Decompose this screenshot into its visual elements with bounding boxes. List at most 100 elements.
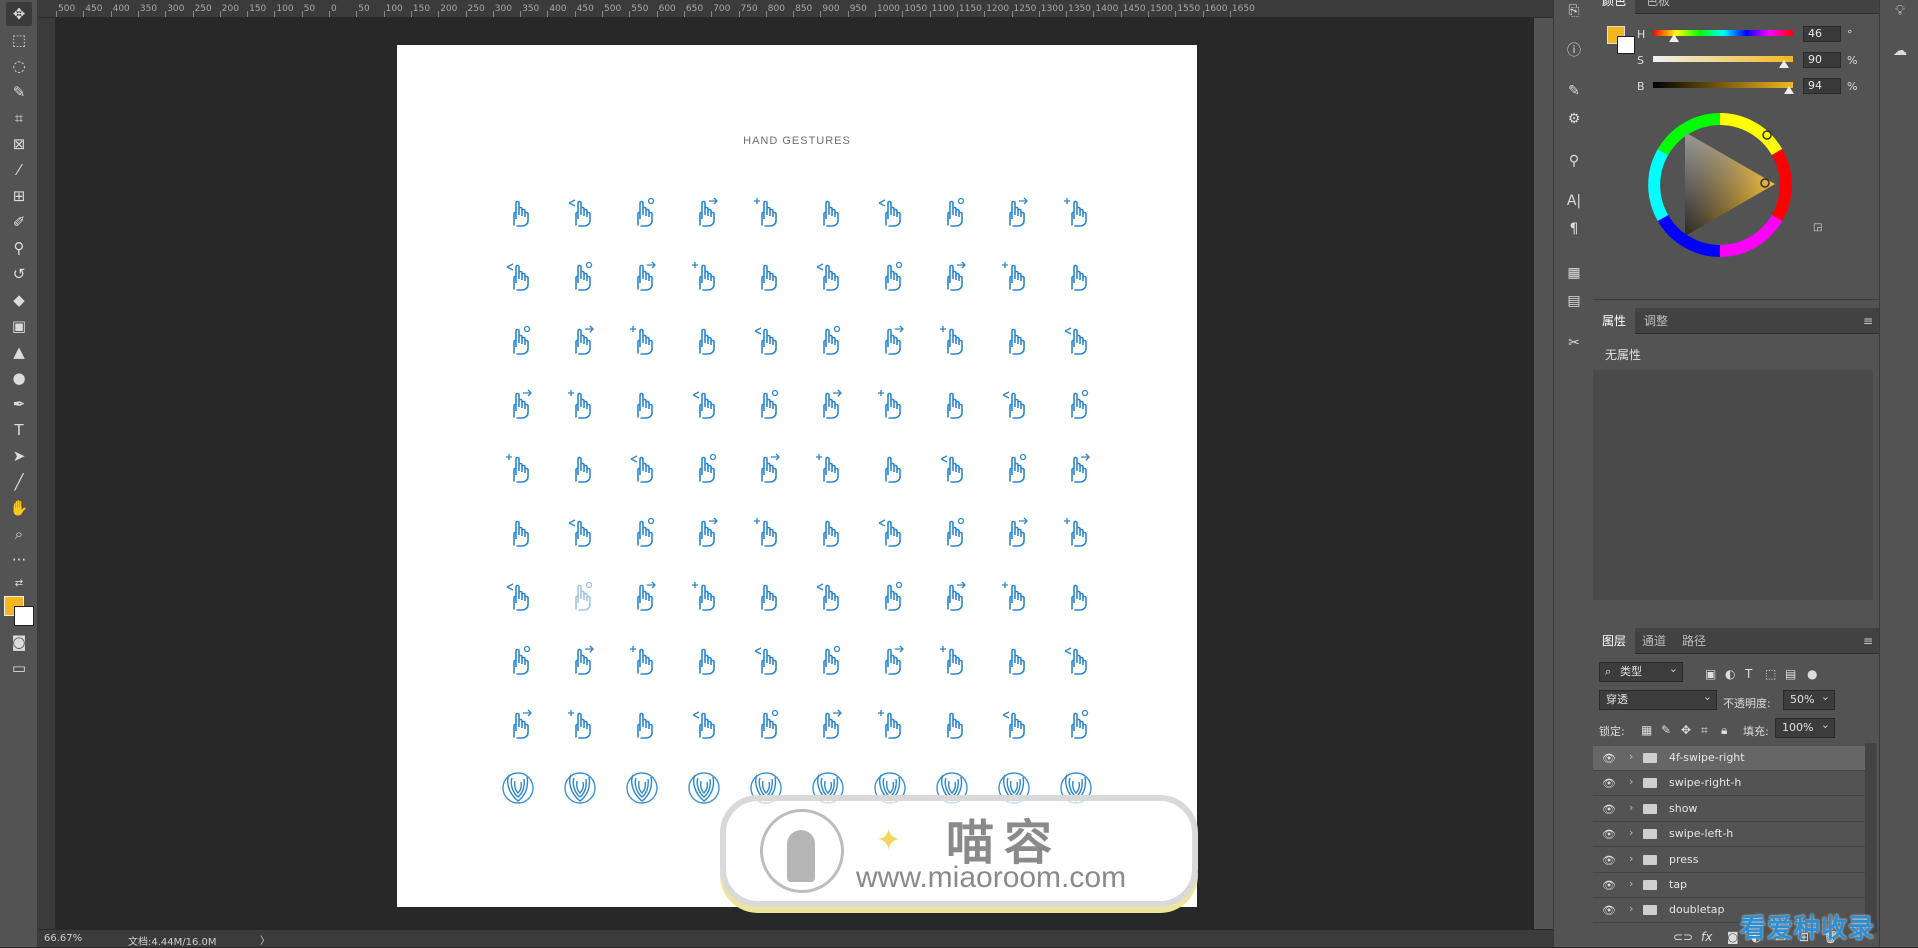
document-canvas[interactable]: HAND GESTURES xyxy=(397,45,1197,907)
link-icon[interactable]: ⊂⊃ xyxy=(1673,930,1693,944)
stamp-icon[interactable]: ⚲ xyxy=(6,236,32,260)
adjust-brush-icon[interactable]: ⚙ xyxy=(1562,108,1586,130)
move-icon[interactable]: ✥ xyxy=(6,2,32,26)
hue-slider-knob[interactable] xyxy=(1669,34,1679,42)
lock-position-icon[interactable]: ✥ xyxy=(1681,723,1691,737)
status-menu-arrow[interactable]: 〉 xyxy=(260,932,270,947)
opacity-input[interactable]: 50% xyxy=(1783,688,1835,710)
quick-select-icon[interactable]: ✎ xyxy=(6,80,32,104)
eyedropper-icon[interactable]: ⁄ xyxy=(6,158,32,182)
marquee-icon[interactable]: ⬚ xyxy=(6,28,32,52)
gradient-icon[interactable]: ▣ xyxy=(6,314,32,338)
lock-transparent-icon[interactable]: ▦ xyxy=(1641,723,1652,737)
path-select-icon[interactable]: ➤ xyxy=(6,444,32,468)
brush-icon[interactable]: ✐ xyxy=(6,210,32,234)
layers-scrollbar[interactable] xyxy=(1865,743,1877,933)
layer-row[interactable]: 👁︎ › press xyxy=(1593,848,1865,873)
lasso-icon[interactable]: ◌ xyxy=(6,54,32,78)
filter-adjustment-icon[interactable]: ◐ xyxy=(1725,667,1735,681)
tab-channels[interactable]: 通道 xyxy=(1633,628,1675,654)
layer-row[interactable]: 👁︎ › swipe-left-h xyxy=(1593,822,1865,848)
tab-layers[interactable]: 图层 xyxy=(1593,628,1636,654)
clone-source-icon[interactable]: ⚲ xyxy=(1562,150,1586,172)
fill-input[interactable]: 100% xyxy=(1775,716,1835,738)
tab-properties[interactable]: 属性 xyxy=(1593,308,1636,334)
type-icon[interactable]: T xyxy=(6,418,32,442)
notes-icon[interactable]: ▤ xyxy=(1562,290,1586,312)
history-icon[interactable]: ⎘ xyxy=(1562,0,1586,22)
layer-filter-dropdown[interactable]: ⌕ 类型 xyxy=(1599,660,1683,682)
zoom-level[interactable]: 66.67% xyxy=(44,933,82,944)
tab-paths[interactable]: 路径 xyxy=(1673,628,1715,654)
filter-pixel-icon[interactable]: ▣ xyxy=(1705,667,1716,681)
eye-icon[interactable]: 👁︎ xyxy=(1602,854,1616,867)
eye-icon[interactable]: 👁︎ xyxy=(1602,752,1616,765)
layer-row[interactable]: 👁︎ › tap xyxy=(1593,873,1865,898)
layer-row[interactable]: 👁︎ › 4f-swipe-right xyxy=(1593,746,1865,771)
fx-icon[interactable]: fx xyxy=(1701,930,1712,944)
saturation-slider-knob[interactable] xyxy=(1779,60,1789,68)
chevron-right-icon[interactable]: › xyxy=(1629,902,1633,915)
layer-name[interactable]: swipe-left-h xyxy=(1669,827,1733,840)
layer-name[interactable]: 4f-swipe-right xyxy=(1669,751,1745,764)
layers-menu-icon[interactable]: ≡ xyxy=(1863,634,1873,648)
filter-smart-icon[interactable]: ▤ xyxy=(1785,667,1796,681)
blend-mode-dropdown[interactable]: 穿透 xyxy=(1599,688,1717,710)
paragraph-icon[interactable]: ¶ xyxy=(1562,218,1586,240)
line-icon[interactable]: ╱ xyxy=(6,470,32,494)
blur-icon[interactable]: ▲ xyxy=(6,340,32,364)
color-wheel[interactable] xyxy=(1645,110,1795,260)
brush-settings-icon[interactable]: ✎ xyxy=(1562,80,1586,102)
creative-cloud-icon[interactable]: ☁ xyxy=(1888,40,1912,62)
eye-icon[interactable]: 👁︎ xyxy=(1602,879,1616,892)
crop-icon[interactable]: ⌗ xyxy=(6,106,32,130)
color-panel-corner-icon[interactable]: ◲ xyxy=(1813,222,1822,233)
character-icon[interactable]: A| xyxy=(1562,190,1586,212)
eraser-icon[interactable]: ◆ xyxy=(6,288,32,312)
eye-icon[interactable]: 👁︎ xyxy=(1602,803,1616,816)
zoom-icon[interactable]: ⌕ xyxy=(6,522,32,546)
hue-input[interactable]: 46 xyxy=(1803,26,1841,42)
eye-icon[interactable]: 👁︎ xyxy=(1602,904,1616,917)
pen-icon[interactable]: ✒ xyxy=(6,392,32,416)
quick-mask-icon[interactable]: ◙ xyxy=(6,630,32,654)
layer-name[interactable]: show xyxy=(1669,802,1697,815)
chevron-right-icon[interactable]: › xyxy=(1629,877,1633,890)
lock-pixels-icon[interactable]: ✎ xyxy=(1661,723,1671,737)
filter-shape-icon[interactable]: ⬚ xyxy=(1765,667,1776,681)
hand-icon[interactable]: ✋ xyxy=(6,496,32,520)
libraries-icon[interactable]: ▦ xyxy=(1562,262,1586,284)
lock-all-icon[interactable]: 🔒︎ xyxy=(1721,723,1727,738)
tab-adjustments[interactable]: 调整 xyxy=(1635,308,1677,334)
info-icon[interactable]: ⓘ xyxy=(1562,40,1586,62)
brightness-input[interactable]: 94 xyxy=(1803,78,1841,94)
chevron-right-icon[interactable]: › xyxy=(1629,775,1633,788)
screen-mode-icon[interactable]: ▭ xyxy=(6,656,32,680)
layer-row[interactable]: 👁︎ › show xyxy=(1593,797,1865,822)
more-icon[interactable]: ··· xyxy=(6,548,32,572)
layer-name[interactable]: tap xyxy=(1669,878,1687,891)
chevron-right-icon[interactable]: › xyxy=(1629,750,1633,763)
filter-type-icon[interactable]: T xyxy=(1745,667,1752,681)
dodge-icon[interactable]: ● xyxy=(6,366,32,390)
eye-icon[interactable]: 👁︎ xyxy=(1602,777,1616,790)
frame-icon[interactable]: ⊠ xyxy=(6,132,32,156)
lock-artboard-icon[interactable]: ⌗ xyxy=(1701,723,1708,738)
layer-name[interactable]: swipe-right-h xyxy=(1669,776,1741,789)
chevron-right-icon[interactable]: › xyxy=(1629,826,1633,839)
layer-name[interactable]: doubletap xyxy=(1669,903,1725,916)
layer-row[interactable]: 👁︎ › swipe-right-h xyxy=(1593,771,1865,797)
eye-icon[interactable]: 👁︎ xyxy=(1602,828,1616,841)
spot-heal-icon[interactable]: ⊞ xyxy=(6,184,32,208)
brightness-slider[interactable] xyxy=(1653,82,1793,88)
chevron-right-icon[interactable]: › xyxy=(1629,801,1633,814)
filter-toggle-icon[interactable]: ● xyxy=(1807,667,1817,681)
lightbulb-icon[interactable]: 💡︎ xyxy=(1888,0,1912,22)
chevron-right-icon[interactable]: › xyxy=(1629,852,1633,865)
swap-colors-icon[interactable]: ⇄ xyxy=(6,572,32,596)
canvas-vertical-scrollbar[interactable] xyxy=(1534,18,1553,929)
tab-color[interactable]: 颜色 xyxy=(1593,0,1636,14)
saturation-input[interactable]: 90 xyxy=(1803,52,1841,68)
layer-name[interactable]: press xyxy=(1669,853,1699,866)
history-brush-icon[interactable]: ↺ xyxy=(6,262,32,286)
